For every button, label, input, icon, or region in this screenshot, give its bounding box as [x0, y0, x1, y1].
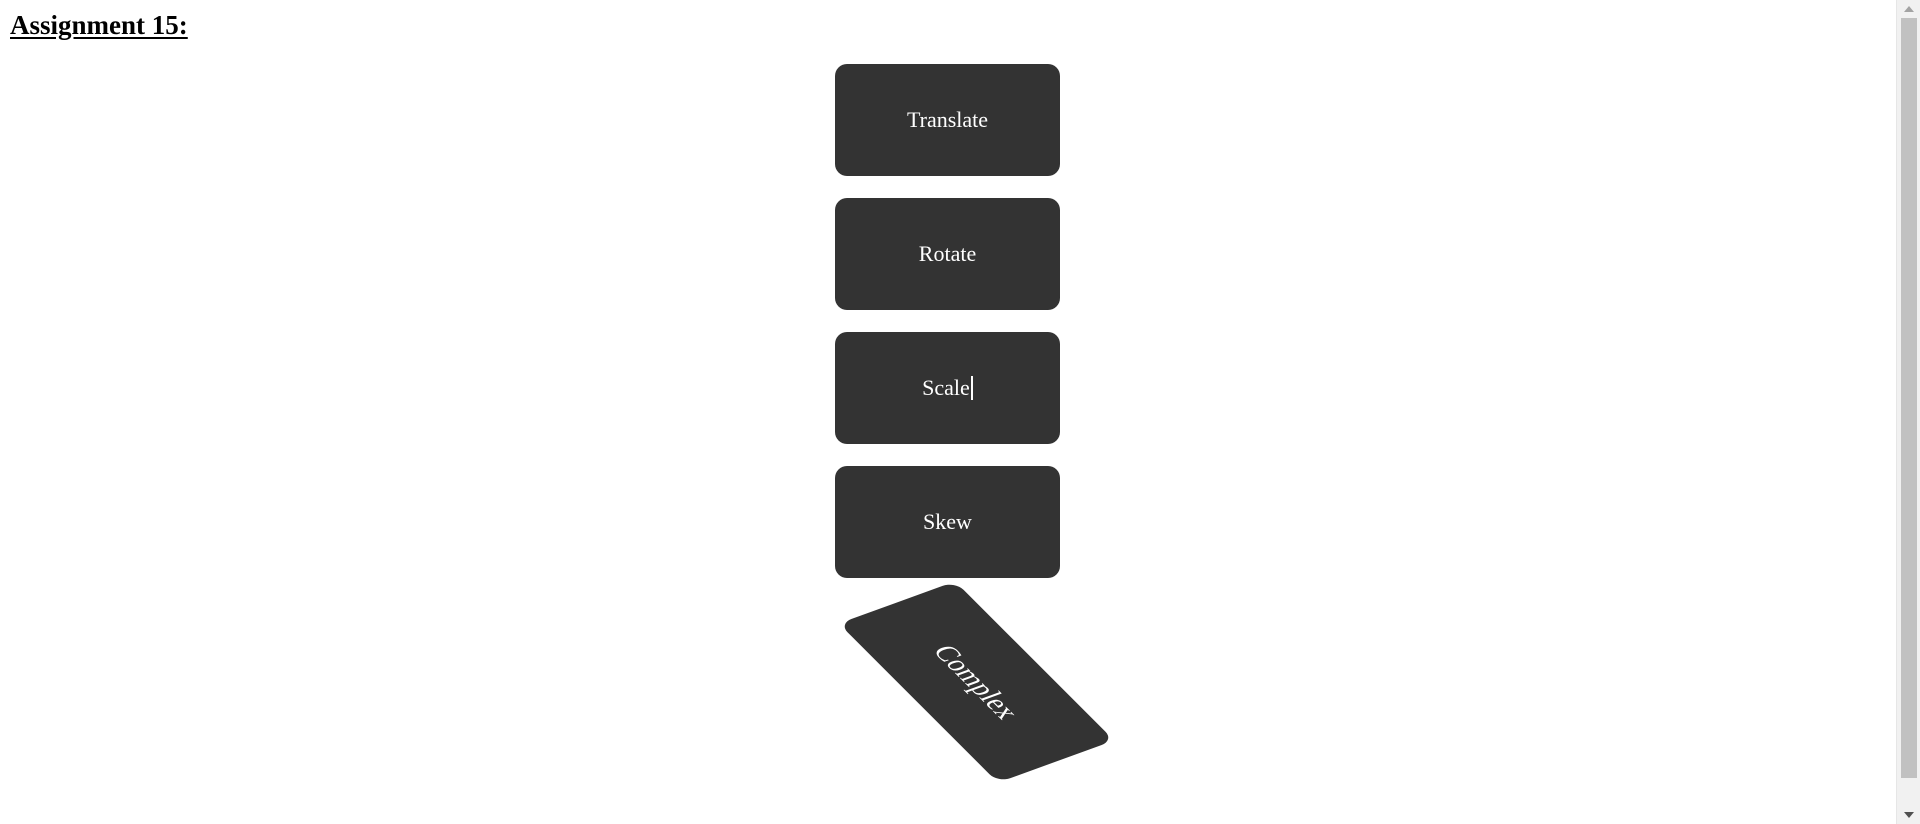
rotate-box[interactable]: Rotate	[835, 198, 1060, 310]
triangle-down-icon	[1904, 812, 1914, 818]
scale-label-wrap: Scale	[922, 375, 973, 401]
scrollbar-thumb[interactable]	[1901, 18, 1917, 778]
vertical-scrollbar[interactable]	[1896, 0, 1920, 824]
translate-box[interactable]: Translate	[835, 64, 1060, 176]
page-heading: Assignment 15:	[10, 10, 188, 40]
scroll-down-button[interactable]	[1897, 806, 1920, 824]
rotate-label: Rotate	[918, 241, 977, 266]
translate-label: Translate	[906, 107, 989, 132]
scale-label: Scale	[922, 375, 970, 400]
scroll-up-button[interactable]	[1897, 0, 1920, 18]
complex-box[interactable]: Complex	[838, 581, 1115, 783]
skew-box[interactable]: Skew	[835, 466, 1060, 578]
page-content: Assignment 15: Translate Rotate Scale Co…	[0, 0, 1896, 824]
text-cursor	[970, 376, 973, 400]
complex-label: Complex	[926, 641, 1028, 723]
skew-label: Skew	[923, 509, 972, 534]
scale-box[interactable]: Scale	[835, 332, 1060, 444]
triangle-up-icon	[1904, 6, 1914, 12]
